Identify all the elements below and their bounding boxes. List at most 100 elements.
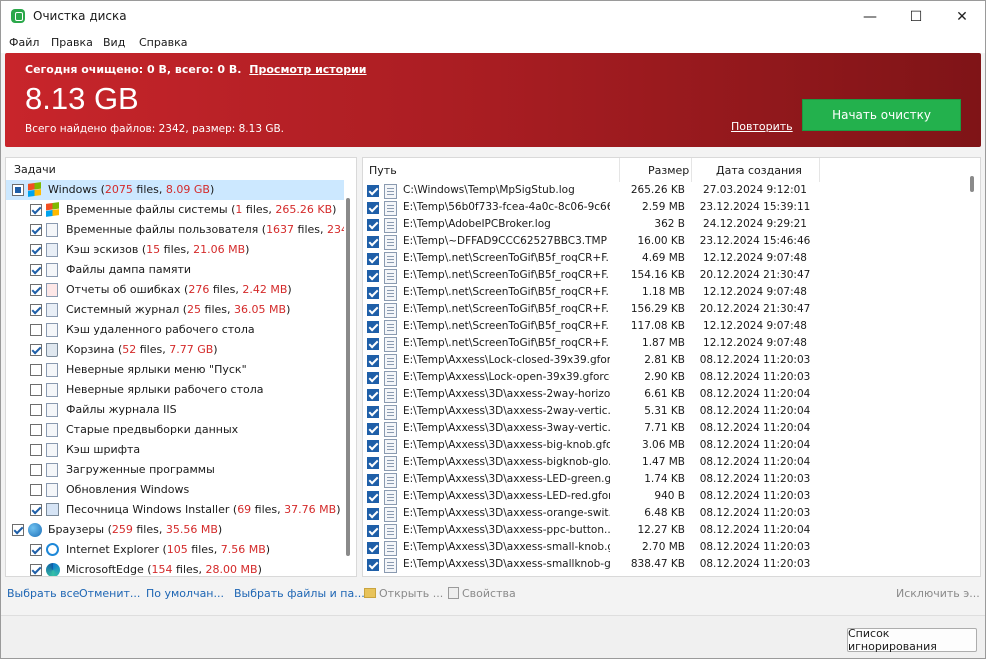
file-row[interactable]: E:\Temp\Axxess\3D\axxess-LED-red.gforce 9… bbox=[363, 489, 963, 506]
file-checkbox[interactable] bbox=[367, 219, 379, 231]
task-item[interactable]: Временные файлы системы (1 files, 265.26… bbox=[6, 200, 344, 220]
file-row[interactable]: E:\Temp\.net\ScreenToGif\B5f_roqCR+F... 1… bbox=[363, 319, 963, 336]
file-checkbox[interactable] bbox=[367, 423, 379, 435]
file-checkbox[interactable] bbox=[367, 389, 379, 401]
task-item[interactable]: Internet Explorer (105 files, 7.56 MB) bbox=[6, 540, 344, 560]
exclude-button[interactable]: Исключить э... bbox=[896, 587, 980, 600]
task-item[interactable]: Корзина (52 files, 7.77 GB) bbox=[6, 340, 344, 360]
file-row[interactable]: E:\Temp\Axxess\3D\axxess-big-knob.gfo...… bbox=[363, 438, 963, 455]
file-checkbox[interactable] bbox=[367, 474, 379, 486]
file-row[interactable]: E:\Temp\.net\ScreenToGif\B5f_roqCR+F... 4… bbox=[363, 251, 963, 268]
repeat-link[interactable]: Повторить bbox=[731, 120, 793, 133]
file-checkbox[interactable] bbox=[367, 559, 379, 571]
task-item[interactable]: Обновления Windows bbox=[6, 480, 344, 500]
task-item[interactable]: Системный журнал (25 files, 36.05 MB) bbox=[6, 300, 344, 320]
file-checkbox[interactable] bbox=[367, 525, 379, 537]
file-row[interactable]: E:\Temp\Axxess\3D\axxess-3way-vertic... 7… bbox=[363, 421, 963, 438]
menu-file[interactable]: Файл bbox=[9, 36, 39, 49]
task-item[interactable]: Браузеры (259 files, 35.56 MB) bbox=[6, 520, 344, 540]
file-checkbox[interactable] bbox=[367, 491, 379, 503]
task-checkbox[interactable] bbox=[30, 384, 42, 396]
file-checkbox[interactable] bbox=[367, 236, 379, 248]
file-checkbox[interactable] bbox=[367, 406, 379, 418]
file-checkbox[interactable] bbox=[367, 508, 379, 520]
file-checkbox[interactable] bbox=[367, 355, 379, 367]
start-cleaning-button[interactable]: Начать очистку bbox=[802, 99, 961, 131]
task-checkbox[interactable] bbox=[30, 424, 42, 436]
menu-help[interactable]: Справка bbox=[139, 36, 187, 49]
file-checkbox[interactable] bbox=[367, 372, 379, 384]
file-row[interactable]: E:\Temp\.net\ScreenToGif\B5f_roqCR+F... 1… bbox=[363, 268, 963, 285]
file-row[interactable]: E:\Temp\AdobeIPCBroker.log 362 B 24.12.202… bbox=[363, 217, 963, 234]
task-checkbox[interactable] bbox=[30, 244, 42, 256]
task-item[interactable]: MicrosoftEdge (154 files, 28.00 MB) bbox=[6, 560, 344, 576]
file-checkbox[interactable] bbox=[367, 202, 379, 214]
task-checkbox[interactable] bbox=[30, 204, 42, 216]
unselect-link[interactable]: Отменит... bbox=[79, 587, 140, 600]
task-checkbox[interactable] bbox=[30, 344, 42, 356]
file-row[interactable]: E:\Temp\Axxess\3D\axxess-ppc-button.... 1… bbox=[363, 523, 963, 540]
task-checkbox[interactable] bbox=[30, 564, 42, 576]
file-checkbox[interactable] bbox=[367, 185, 379, 197]
file-checkbox[interactable] bbox=[367, 338, 379, 350]
column-size[interactable]: Размер bbox=[648, 158, 689, 182]
task-item[interactable]: Кэш удаленного рабочего стола bbox=[6, 320, 344, 340]
file-row[interactable]: E:\Temp\.net\ScreenToGif\B5f_roqCR+F... 1… bbox=[363, 302, 963, 319]
task-checkbox[interactable] bbox=[30, 324, 42, 336]
task-checkbox[interactable] bbox=[30, 304, 42, 316]
file-row[interactable]: E:\Temp\.net\ScreenToGif\B5f_roqCR+F... 1… bbox=[363, 285, 963, 302]
task-item[interactable]: Кэш шрифта bbox=[6, 440, 344, 460]
default-link[interactable]: По умолчан... bbox=[146, 587, 224, 600]
task-checkbox[interactable] bbox=[30, 444, 42, 456]
task-item[interactable]: Windows (2075 files, 8.09 GB) bbox=[6, 180, 344, 200]
menu-edit[interactable]: Правка bbox=[51, 36, 93, 49]
file-row[interactable]: E:\Temp\Axxess\3D\axxess-small-knob.g...… bbox=[363, 540, 963, 557]
minimize-icon[interactable]: — bbox=[847, 1, 893, 33]
task-checkbox[interactable] bbox=[12, 524, 24, 536]
file-checkbox[interactable] bbox=[367, 253, 379, 265]
file-row[interactable]: E:\Temp\56b0f733-fcea-4a0c-8c06-9c66... 2… bbox=[363, 200, 963, 217]
task-checkbox[interactable] bbox=[30, 364, 42, 376]
task-checkbox[interactable] bbox=[30, 224, 42, 236]
file-row[interactable]: E:\Temp\Axxess\3D\axxess-2way-horizo... 6… bbox=[363, 387, 963, 404]
task-checkbox[interactable] bbox=[30, 504, 42, 516]
close-icon[interactable]: ✕ bbox=[939, 1, 985, 33]
task-item[interactable]: Файлы дампа памяти bbox=[6, 260, 344, 280]
file-row[interactable]: C:\Windows\Temp\MpSigStub.log 265.26 KB 27… bbox=[363, 183, 963, 200]
select-files-link[interactable]: Выбрать файлы и па... bbox=[234, 587, 365, 600]
task-item[interactable]: Отчеты об ошибках (276 files, 2.42 MB) bbox=[6, 280, 344, 300]
task-item[interactable]: Старые предвыборки данных bbox=[6, 420, 344, 440]
file-row[interactable]: E:\Temp\Axxess\3D\axxess-smallknob-gl...… bbox=[363, 557, 963, 574]
task-checkbox[interactable] bbox=[30, 404, 42, 416]
task-checkbox[interactable] bbox=[30, 484, 42, 496]
task-item[interactable]: Песочница Windows Installer (69 files, 3… bbox=[6, 500, 344, 520]
file-checkbox[interactable] bbox=[367, 321, 379, 333]
column-date[interactable]: Дата создания bbox=[716, 158, 802, 182]
files-scrollbar[interactable] bbox=[970, 176, 974, 192]
task-item[interactable]: Неверные ярлыки меню "Пуск" bbox=[6, 360, 344, 380]
file-checkbox[interactable] bbox=[367, 287, 379, 299]
task-checkbox[interactable] bbox=[12, 184, 24, 196]
task-checkbox[interactable] bbox=[30, 464, 42, 476]
menu-view[interactable]: Вид bbox=[103, 36, 125, 49]
task-item[interactable]: Временные файлы пользователя (1637 files… bbox=[6, 220, 344, 240]
file-checkbox[interactable] bbox=[367, 440, 379, 452]
task-checkbox[interactable] bbox=[30, 264, 42, 276]
maximize-icon[interactable]: ☐ bbox=[893, 1, 939, 33]
task-item[interactable]: Неверные ярлыки рабочего стола bbox=[6, 380, 344, 400]
file-row[interactable]: E:\Temp\Axxess\3D\axxess-LED-green.g... 1… bbox=[363, 472, 963, 489]
open-button[interactable]: Открыть ... bbox=[364, 587, 443, 600]
file-row[interactable]: E:\Temp\~DFFAD9CCC62527BBC3.TMP 16.00 KB 2… bbox=[363, 234, 963, 251]
file-row[interactable]: E:\Temp\.net\ScreenToGif\B5f_roqCR+F... 1… bbox=[363, 336, 963, 353]
task-checkbox[interactable] bbox=[30, 284, 42, 296]
properties-button[interactable]: Свойства bbox=[448, 587, 516, 600]
history-link[interactable]: Просмотр истории bbox=[249, 63, 366, 76]
task-item[interactable]: Кэш эскизов (15 files, 21.06 MB) bbox=[6, 240, 344, 260]
file-row[interactable]: E:\Temp\Axxess\Lock-open-39x39.gforce 2.9… bbox=[363, 370, 963, 387]
task-item[interactable]: Загруженные программы bbox=[6, 460, 344, 480]
select-all-link[interactable]: Выбрать все bbox=[7, 587, 79, 600]
column-path[interactable]: Путь bbox=[369, 158, 397, 182]
file-checkbox[interactable] bbox=[367, 542, 379, 554]
ignore-list-button[interactable]: Список игнорирования bbox=[847, 627, 977, 653]
file-row[interactable]: E:\Temp\Axxess\3D\axxess-bigknob-glo... 1… bbox=[363, 455, 963, 472]
